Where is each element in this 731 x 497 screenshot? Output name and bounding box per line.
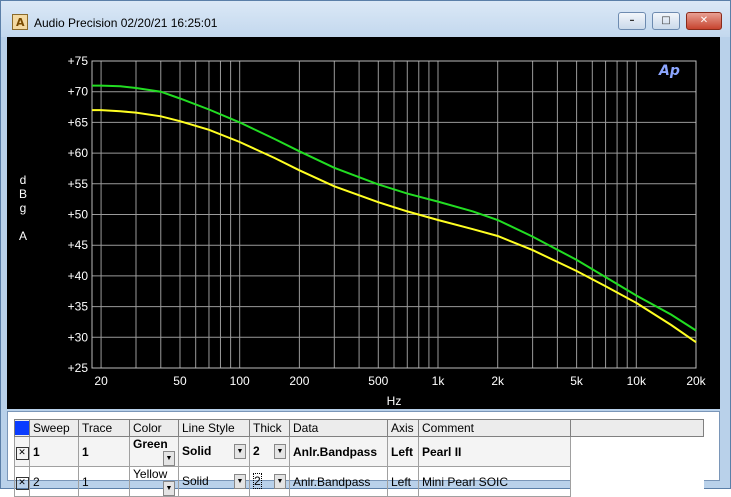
cell-comment[interactable]: Mini Pearl SOIC [418, 466, 571, 497]
y-tick-label: +30 [68, 330, 89, 344]
cell-axis[interactable]: Left [387, 436, 419, 467]
y-tick-label: +50 [68, 208, 89, 222]
frequency-response-chart[interactable]: +75 +70 +65 +60 +55 +50 +45 +40 +35 +30 +25 20 50 100… [7, 37, 720, 409]
y-axis-label-char: A [19, 229, 27, 243]
x-tick-label: 20k [686, 374, 706, 388]
trace-settings-panel: Sweep Trace Color Line Style Thick Data … [7, 411, 720, 497]
minimize-button[interactable]: – [618, 12, 646, 30]
chevron-down-icon[interactable]: ▼ [234, 444, 246, 459]
table-header-row: Sweep Trace Color Line Style Thick Data … [14, 419, 704, 437]
empty-cell [570, 436, 704, 467]
y-tick-label: +70 [68, 85, 89, 99]
x-tick-label: 1k [432, 374, 446, 388]
x-tick-label: 20 [94, 374, 108, 388]
cell-thick[interactable]: 2 ▼ [249, 436, 290, 467]
graph-panel[interactable]: +75 +70 +65 +60 +55 +50 +45 +40 +35 +30 +25 20 50 100… [7, 37, 720, 409]
x-tick-label: 2k [491, 374, 505, 388]
x-tick-label: 500 [368, 374, 388, 388]
x-tick-label: 10k [627, 374, 647, 388]
cell-sweep: 1 [29, 436, 79, 467]
ap-logo: Ap [659, 63, 680, 79]
cell-thick[interactable]: 2 ▼ [249, 466, 290, 497]
app-logo-icon: A [12, 14, 28, 30]
cell-comment[interactable]: Pearl II [418, 436, 571, 467]
x-axis-label: Hz [387, 394, 402, 408]
table-row[interactable]: ✕ 1 1 Green ▼ Solid ▼ 2 ▼ Anlr.Bandpass Lef… [14, 436, 704, 467]
header-comment: Comment [418, 419, 571, 437]
y-tick-label: +60 [68, 146, 89, 160]
x-tick-label: 100 [230, 374, 250, 388]
selected-color-swatch [15, 421, 29, 436]
header-color: Color [129, 419, 179, 437]
y-tick-label: +55 [68, 177, 89, 191]
chevron-down-icon[interactable]: ▼ [274, 444, 286, 459]
row-enable-checkbox[interactable]: ✕ [14, 466, 30, 497]
y-axis-label-char: B [19, 187, 27, 201]
x-tick-label: 200 [289, 374, 309, 388]
cell-trace: 1 [78, 466, 130, 497]
x-tick-label: 5k [570, 374, 584, 388]
header-axis: Axis [387, 419, 419, 437]
cell-color[interactable]: Yellow ▼ [129, 466, 179, 497]
cell-data[interactable]: Anlr.Bandpass [289, 436, 388, 467]
header-sweep: Sweep [29, 419, 79, 437]
y-tick-label: +65 [68, 115, 89, 129]
cell-axis[interactable]: Left [387, 466, 419, 497]
maximize-button[interactable]: □ [652, 12, 680, 30]
chevron-down-icon[interactable]: ▼ [234, 474, 246, 489]
cell-sweep: 2 [29, 466, 79, 497]
cell-line-style[interactable]: Solid ▼ [178, 466, 250, 497]
header-line-style: Line Style [178, 419, 250, 437]
window-title: Audio Precision 02/20/21 16:25:01 [34, 16, 218, 30]
table-row[interactable]: ✕ 2 1 Yellow ▼ Solid ▼ 2 ▼ Anlr.Bandpass Le… [14, 466, 704, 497]
cell-color[interactable]: Green ▼ [129, 436, 179, 467]
cell-trace: 1 [78, 436, 130, 467]
header-trace: Trace [78, 419, 130, 437]
header-thick: Thick [249, 419, 290, 437]
y-tick-label: +35 [68, 300, 89, 314]
close-button[interactable]: ✕ [686, 12, 722, 30]
header-data: Data [289, 419, 388, 437]
chevron-down-icon[interactable]: ▼ [163, 451, 175, 466]
title-bar[interactable]: A Audio Precision 02/20/21 16:25:01 – □ … [1, 1, 730, 37]
trace-table: Sweep Trace Color Line Style Thick Data … [14, 419, 704, 497]
select-all-cell[interactable] [14, 419, 30, 437]
y-tick-label: +25 [68, 361, 89, 375]
cell-line-style[interactable]: Solid ▼ [178, 436, 250, 467]
app-window: A Audio Precision 02/20/21 16:25:01 – □ … [0, 0, 731, 497]
y-axis-label-char: d [20, 173, 27, 187]
chevron-down-icon[interactable]: ▼ [274, 474, 286, 489]
header-spare [570, 419, 704, 437]
cell-data[interactable]: Anlr.Bandpass [289, 466, 388, 497]
y-tick-label: +75 [68, 54, 89, 68]
y-tick-label: +45 [68, 238, 89, 252]
empty-cell [570, 466, 704, 497]
row-enable-checkbox[interactable]: ✕ [14, 436, 30, 467]
y-tick-label: +40 [68, 269, 89, 283]
y-axis-label-char: g [20, 201, 27, 215]
x-tick-label: 50 [173, 374, 187, 388]
